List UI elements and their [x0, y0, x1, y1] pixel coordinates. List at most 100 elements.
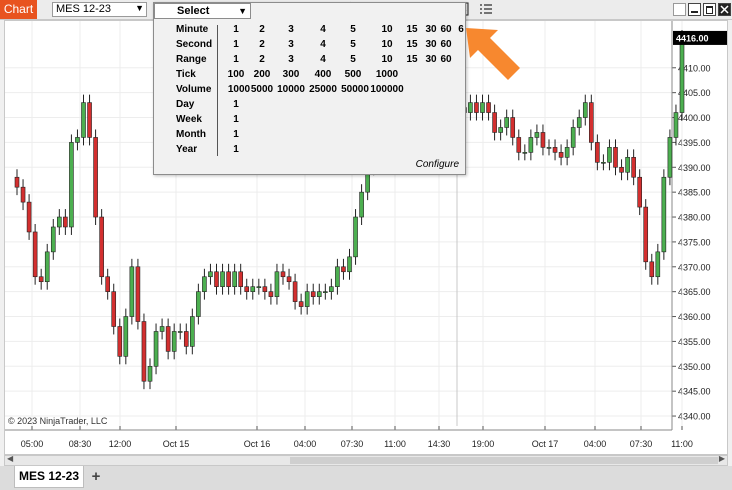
interval-option[interactable]: 15: [406, 52, 417, 67]
interval-option[interactable]: 4: [320, 22, 326, 37]
y-tick-label: 4345.00: [678, 387, 711, 397]
interval-option[interactable]: 60: [440, 37, 451, 52]
interval-option[interactable]: 10000: [277, 82, 305, 97]
candle-body: [673, 112, 679, 138]
more-options-icon[interactable]: [478, 1, 494, 18]
candle-body: [81, 102, 86, 138]
maximize-icon[interactable]: [703, 3, 716, 16]
interval-option[interactable]: 3: [288, 22, 294, 37]
interval-row-volume: Volume 1000 5000 10000 25000 50000 100000: [154, 82, 467, 97]
chart-tab[interactable]: Chart: [0, 0, 37, 19]
annotation-arrow-icon: [466, 28, 520, 80]
interval-option[interactable]: 5: [350, 52, 356, 67]
candle-body: [667, 137, 673, 178]
interval-option[interactable]: 60: [440, 22, 451, 37]
y-tick-label: 4370.00: [678, 262, 711, 272]
interval-option[interactable]: 1: [233, 112, 239, 127]
candle-body: [268, 291, 274, 297]
interval-option[interactable]: 30: [425, 22, 436, 37]
interval-option[interactable]: 5: [350, 22, 356, 37]
interval-option[interactable]: 100000: [370, 82, 403, 97]
candle-body: [14, 176, 20, 188]
candle-body: [480, 102, 485, 113]
candle-body: [595, 142, 600, 163]
x-tick-label: Oct 15: [163, 439, 190, 449]
y-tick-label: 4355.00: [678, 337, 711, 347]
candle-body: [32, 231, 38, 278]
interval-option[interactable]: 5000: [251, 82, 273, 97]
interval-option[interactable]: 200: [254, 67, 271, 82]
y-tick-label: 4375.00: [678, 237, 711, 247]
interval-option[interactable]: 6: [458, 22, 464, 37]
candle-body: [601, 162, 606, 164]
interval-option[interactable]: 15: [406, 22, 417, 37]
x-tick-label: 07:30: [630, 439, 653, 449]
interval-option[interactable]: 1: [233, 22, 239, 37]
interval-option[interactable]: 25000: [309, 82, 337, 97]
restore-icon[interactable]: [673, 3, 686, 16]
candle-body: [341, 266, 346, 273]
candle-body: [528, 137, 534, 153]
interval-row-label: Month: [176, 129, 206, 140]
scroll-left-icon[interactable]: ◀: [7, 454, 13, 463]
interval-option[interactable]: 300: [283, 67, 300, 82]
interval-option[interactable]: 4: [320, 37, 326, 52]
candle-body: [244, 286, 250, 292]
instrument-selector[interactable]: MES 12-23 ▼: [52, 2, 147, 17]
chevron-down-icon: ▼: [135, 3, 144, 13]
interval-row-range: Range 1 2 3 4 5 10 15 30 60: [154, 52, 467, 67]
candle-body: [582, 102, 588, 118]
interval-option[interactable]: 1: [233, 52, 239, 67]
candle-body: [323, 291, 328, 293]
interval-option[interactable]: 2: [259, 22, 265, 37]
interval-option[interactable]: 500: [345, 67, 362, 82]
interval-option[interactable]: 30: [425, 52, 436, 67]
candle-body: [353, 216, 358, 258]
interval-option[interactable]: 60: [440, 52, 451, 67]
horizontal-scrollbar[interactable]: ◀ ▶: [4, 454, 728, 466]
interval-select[interactable]: Select ▼: [154, 3, 251, 19]
interval-option[interactable]: 2: [259, 52, 265, 67]
interval-option[interactable]: 400: [315, 67, 332, 82]
interval-row-label: Second: [176, 39, 213, 50]
close-icon[interactable]: [718, 3, 731, 16]
interval-option[interactable]: 10: [381, 52, 392, 67]
interval-option[interactable]: 3: [288, 52, 294, 67]
interval-option[interactable]: 15: [406, 37, 417, 52]
interval-row-minute: Minute 1 2 3 4 5 10 15 30 60 6: [154, 22, 467, 37]
candle-body: [534, 132, 540, 138]
interval-option[interactable]: 5: [350, 37, 356, 52]
interval-option[interactable]: 1000: [376, 67, 398, 82]
candle-body: [256, 286, 262, 288]
interval-option[interactable]: 3: [288, 37, 294, 52]
interval-option[interactable]: 1: [233, 97, 239, 112]
minimize-icon[interactable]: [688, 3, 701, 16]
interval-option[interactable]: 2: [259, 37, 265, 52]
interval-option[interactable]: 1000: [228, 82, 250, 97]
interval-option[interactable]: 50000: [341, 82, 369, 97]
interval-option[interactable]: 4: [320, 52, 326, 67]
scroll-right-icon[interactable]: ▶: [719, 454, 725, 463]
candle-body: [105, 276, 110, 292]
interval-option[interactable]: 10: [381, 37, 392, 52]
add-tab-button[interactable]: +: [87, 468, 105, 486]
candle-body: [141, 321, 147, 382]
interval-option[interactable]: 100: [228, 67, 245, 82]
tab-mes-12-23[interactable]: MES 12-23: [14, 466, 84, 488]
y-tick-label: 4380.00: [678, 213, 711, 223]
interval-option[interactable]: 1: [233, 37, 239, 52]
candle-body: [87, 102, 92, 138]
y-tick-label: 4340.00: [678, 412, 711, 422]
interval-option[interactable]: 1: [233, 127, 239, 142]
interval-row-label: Range: [176, 54, 207, 65]
candle-body: [274, 271, 280, 297]
candle-body: [99, 216, 104, 278]
interval-option[interactable]: 10: [381, 22, 392, 37]
y-tick-label: 4385.00: [678, 188, 711, 198]
x-tick-label: 04:00: [294, 439, 317, 449]
candle-body: [359, 191, 364, 218]
configure-link[interactable]: Configure: [416, 159, 459, 170]
scrollbar-thumb[interactable]: [290, 457, 718, 464]
interval-option[interactable]: 1: [233, 142, 239, 157]
interval-option[interactable]: 30: [425, 37, 436, 52]
